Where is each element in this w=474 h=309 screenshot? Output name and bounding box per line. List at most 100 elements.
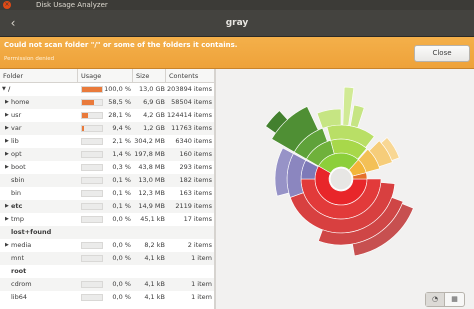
tree-row[interactable]: mnt 0,0 % 4,1 kB 1 item	[0, 252, 214, 265]
usage-bar	[81, 242, 103, 249]
usage-percent: 28,1 %	[108, 111, 131, 119]
usage-percent: 0,0 %	[112, 254, 131, 262]
folder-contents: 6340 items	[175, 137, 212, 145]
tree-row[interactable]: sbin 0,1 % 13,0 MB 182 items	[0, 174, 214, 187]
expander-arrow-icon[interactable]: ▶	[5, 148, 9, 161]
tree-row[interactable]: ▶ etc 0,1 % 14,9 MB 2119 items	[0, 200, 214, 213]
ring-segment[interactable]	[316, 108, 342, 129]
column-folder[interactable]: Folder	[0, 69, 78, 83]
expander-arrow-icon[interactable]: ▶	[5, 96, 9, 109]
folder-contents: 1 item	[191, 254, 212, 262]
folder-name: bin	[11, 189, 22, 197]
tree-row[interactable]: lost+found	[0, 226, 214, 239]
folder-size: 13,0 GB	[138, 85, 165, 93]
folder-contents: 160 items	[179, 150, 212, 158]
expander-arrow-icon[interactable]: ▶	[5, 109, 9, 122]
ring-center[interactable]	[329, 167, 353, 191]
tree-row[interactable]: ▶ lib 2,1 % 304,2 MB 6340 items	[0, 135, 214, 148]
treemap-view-button[interactable]: ▦	[445, 293, 464, 306]
rings-chart-icon: ◔	[431, 295, 439, 303]
folder-contents: 2119 items	[175, 202, 212, 210]
usage-bar	[81, 99, 103, 106]
tree-row[interactable]: ▶ boot 0,3 % 43,8 MB 293 items	[0, 161, 214, 174]
usage-percent: 0,1 %	[112, 176, 131, 184]
view-switch: ◔ ▦	[425, 292, 465, 307]
usage-bar	[81, 281, 103, 288]
folder-name: /	[8, 85, 11, 93]
folder-contents: 203894 items	[167, 85, 212, 93]
folder-tree[interactable]: ▼/100,0 % 13,0 GB 203894 items ▶ home 58,5 % 6…	[0, 83, 214, 309]
usage-percent: 2,1 %	[112, 137, 131, 145]
tree-row[interactable]: ▶ tmp 0,0 % 45,1 kB 17 items	[0, 213, 214, 226]
folder-name: usr	[11, 111, 22, 119]
tree-row[interactable]: bin 0,1 % 12,3 MB 163 items	[0, 187, 214, 200]
expander-arrow-icon[interactable]: ▶	[5, 161, 9, 174]
usage-bar	[81, 177, 103, 184]
expander-arrow-icon[interactable]: ▶	[5, 122, 9, 135]
folder-name: lib	[11, 137, 19, 145]
column-usage[interactable]: Usage	[78, 69, 133, 83]
expander-arrow-icon[interactable]: ▶	[5, 200, 9, 213]
treemap-chart-icon: ▦	[451, 295, 458, 303]
folder-size: 4,1 kB	[144, 280, 165, 288]
tree-row[interactable]: ▶ home 58,5 % 6,9 GB 58504 items	[0, 96, 214, 109]
rings-view-button[interactable]: ◔	[426, 293, 445, 306]
folder-size: 8,2 kB	[144, 241, 165, 249]
tree-row[interactable]: ▼/ 100,0 % 13,0 GB 203894 items	[0, 83, 214, 96]
usage-percent: 58,5 %	[108, 98, 131, 106]
usage-bar-fill	[82, 113, 88, 118]
folder-size: 6,9 GB	[143, 98, 165, 106]
column-contents[interactable]: Contents	[166, 69, 214, 83]
usage-percent: 9,4 %	[112, 124, 131, 132]
folder-contents: 163 items	[179, 189, 212, 197]
usage-bar	[81, 112, 103, 119]
folder-contents: 2 items	[187, 241, 212, 249]
usage-percent: 1,4 %	[112, 150, 131, 158]
folder-name: home	[11, 98, 30, 106]
ring-segment[interactable]	[350, 104, 365, 129]
usage-bar	[81, 294, 103, 301]
usage-percent: 0,1 %	[112, 189, 131, 197]
usage-bar	[81, 151, 103, 158]
usage-bar	[81, 138, 103, 145]
expander-arrow-icon[interactable]: ▶	[5, 213, 9, 226]
window-close-button[interactable]: ×	[3, 1, 11, 9]
usage-percent: 0,0 %	[112, 215, 131, 223]
folder-name: root	[11, 267, 27, 275]
folder-size: 1,2 GB	[143, 124, 165, 132]
folder-name: var	[11, 124, 22, 132]
tree-row[interactable]: ▶ opt 1,4 % 197,8 MB 160 items	[0, 148, 214, 161]
tree-row[interactable]: cdrom 0,0 % 4,1 kB 1 item	[0, 278, 214, 291]
folder-size: 197,8 MB	[134, 150, 165, 158]
close-icon: ×	[4, 1, 10, 8]
header-bar: ‹ gray	[0, 10, 474, 37]
rings-chart-svg[interactable]	[216, 69, 474, 309]
expanded-arrow-icon[interactable]: ▼	[2, 83, 6, 96]
folder-contents: 293 items	[179, 163, 212, 171]
disk-usage-analyzer-window: × Disk Usage Analyzer ‹ gray Could not s…	[0, 0, 474, 309]
column-size[interactable]: Size	[133, 69, 166, 83]
window-titlebar: × Disk Usage Analyzer	[0, 0, 474, 10]
usage-bar-fill	[82, 87, 102, 92]
error-infobar: Could not scan folder "/" or some of the…	[0, 37, 474, 69]
infobar-close-button[interactable]: Close	[414, 45, 470, 62]
tree-row[interactable]: ▶ media 0,0 % 8,2 kB 2 items	[0, 239, 214, 252]
tree-row[interactable]: root	[0, 265, 214, 278]
tree-row[interactable]: ▶ usr 28,1 % 4,2 GB 124414 items	[0, 109, 214, 122]
expander-arrow-icon[interactable]: ▶	[5, 135, 9, 148]
usage-percent: 0,1 %	[112, 202, 131, 210]
folder-name: lost+found	[11, 228, 52, 236]
folder-contents: 1 item	[191, 293, 212, 301]
folder-contents: 11763 items	[171, 124, 212, 132]
expander-arrow-icon[interactable]: ▶	[5, 239, 9, 252]
usage-percent: 0,0 %	[112, 280, 131, 288]
usage-bar	[81, 216, 103, 223]
folder-name: tmp	[11, 215, 25, 223]
tree-row[interactable]: ▶ var 9,4 % 1,2 GB 11763 items	[0, 122, 214, 135]
tree-row[interactable]: lib64 0,0 % 4,1 kB 1 item	[0, 291, 214, 304]
window-title: Disk Usage Analyzer	[36, 1, 108, 9]
folder-contents: 124414 items	[167, 111, 212, 119]
usage-bar	[81, 125, 103, 132]
folder-size: 14,9 MB	[138, 202, 165, 210]
rings-chart[interactable]	[216, 69, 474, 309]
